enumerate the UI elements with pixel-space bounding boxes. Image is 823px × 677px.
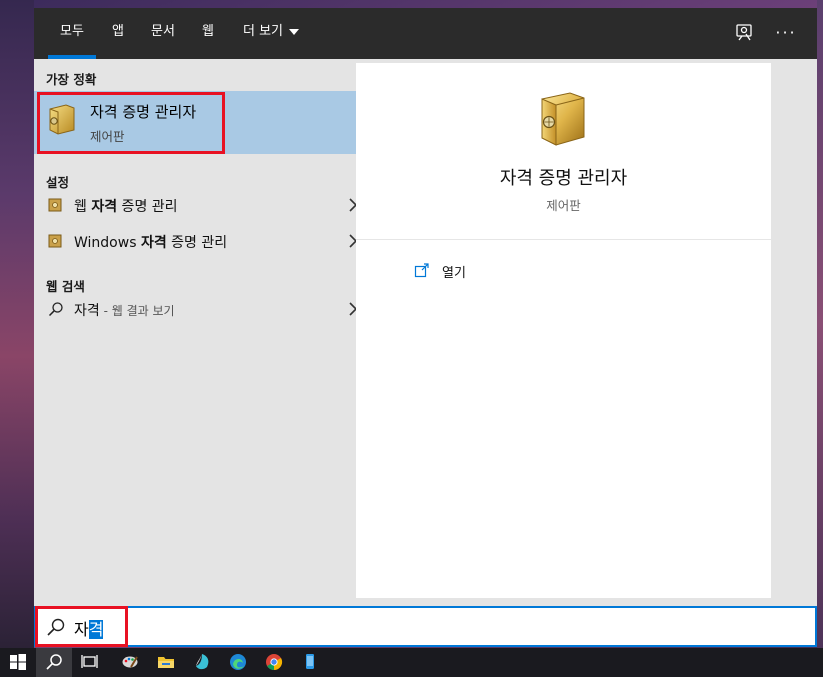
file-explorer-icon[interactable] bbox=[148, 648, 184, 677]
search-tabs-bar: 모두 앱 문서 웹 더 보기 ··· bbox=[34, 8, 817, 59]
more-options-icon[interactable]: ··· bbox=[775, 22, 797, 44]
settings-item-web-credentials[interactable]: 웹 자격 증명 관리 bbox=[34, 187, 378, 223]
credential-manager-large-icon bbox=[541, 92, 585, 146]
credential-settings-icon bbox=[48, 234, 62, 248]
tab-more-label: 더 보기 bbox=[242, 24, 283, 39]
taskbar bbox=[0, 648, 823, 677]
tab-apps[interactable]: 앱 bbox=[106, 8, 130, 59]
paint-icon[interactable] bbox=[112, 648, 148, 677]
open-label: 열기 bbox=[442, 266, 466, 281]
search-icon bbox=[47, 618, 65, 636]
taskbar-search-icon[interactable] bbox=[36, 648, 72, 677]
app-icon[interactable] bbox=[184, 648, 220, 677]
best-match-title: 자격 증명 관리자 bbox=[90, 103, 197, 121]
settings-item-windows-credentials[interactable]: Windows 자격 증명 관리 bbox=[34, 223, 378, 259]
edge-icon[interactable] bbox=[220, 648, 256, 677]
desktop-wallpaper bbox=[0, 0, 34, 648]
detail-title: 자격 증명 관리자 bbox=[499, 168, 628, 189]
tab-more[interactable]: 더 보기 bbox=[236, 8, 306, 59]
search-box[interactable]: 자격 bbox=[34, 606, 817, 647]
caret-down-icon bbox=[289, 28, 299, 35]
tab-documents[interactable]: 문서 bbox=[146, 8, 180, 59]
open-icon bbox=[414, 263, 429, 278]
feedback-icon[interactable] bbox=[733, 22, 755, 44]
results-list: 가장 정확 자격 증명 관리자 제어판 설정 웹 자격 증명 관리 Window… bbox=[34, 59, 381, 606]
best-match-subtitle: 제어판 bbox=[90, 129, 125, 144]
detail-subtitle: 제어판 bbox=[546, 198, 581, 213]
windows-start-icon[interactable] bbox=[0, 648, 36, 677]
best-match-item[interactable]: 자격 증명 관리자 제어판 bbox=[34, 91, 378, 154]
credential-manager-icon bbox=[49, 104, 75, 135]
web-search-item[interactable]: 자격 - 웹 결과 보기 bbox=[34, 291, 378, 327]
task-view-icon[interactable] bbox=[72, 648, 108, 677]
tab-web[interactable]: 웹 bbox=[196, 8, 220, 59]
detail-divider bbox=[356, 239, 771, 240]
desktop-wallpaper-right bbox=[817, 0, 823, 648]
credential-settings-icon bbox=[48, 198, 62, 212]
search-icon bbox=[48, 302, 63, 317]
tab-all[interactable]: 모두 bbox=[48, 8, 96, 59]
best-match-header: 가장 정확 bbox=[46, 72, 97, 87]
phone-icon[interactable] bbox=[292, 648, 328, 677]
settings-item-label: 웹 자격 증명 관리 bbox=[74, 199, 178, 215]
settings-item-label: Windows 자격 증명 관리 bbox=[74, 235, 228, 251]
chrome-icon[interactable] bbox=[256, 648, 292, 677]
search-query: 자격 bbox=[74, 620, 104, 639]
web-search-label: 자격 - 웹 결과 보기 bbox=[74, 303, 175, 319]
selected-text: 격 bbox=[88, 620, 104, 639]
open-action[interactable]: 열기 bbox=[378, 258, 498, 284]
